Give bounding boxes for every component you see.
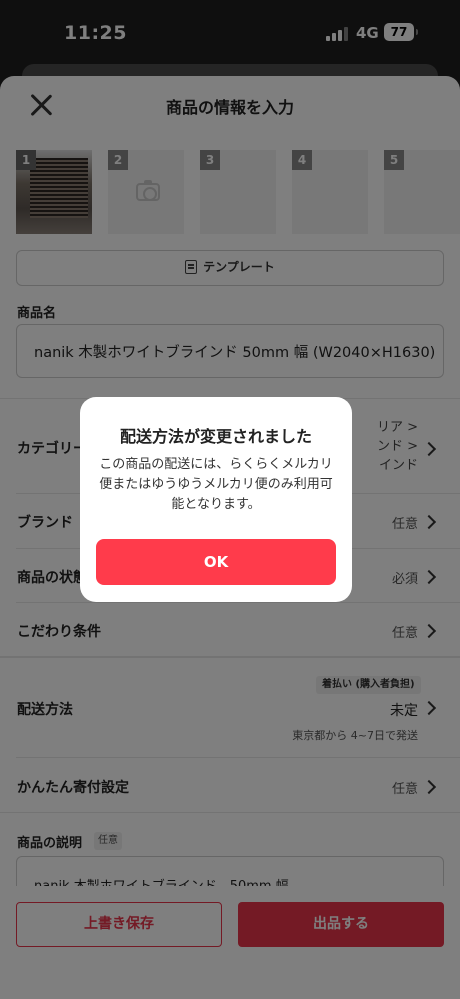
dialog-message: この商品の配送には、らくらくメルカリ便またはゆうゆうメルカリ便のみ利用可能となり… <box>99 457 333 512</box>
ok-button[interactable]: OK <box>96 539 336 585</box>
dialog-title: 配送方法が変更されました <box>119 427 312 446</box>
shipping-changed-dialog: 配送方法が変更されました この商品の配送には、らくらくメルカリ便またはゆうゆうメ… <box>80 397 352 602</box>
